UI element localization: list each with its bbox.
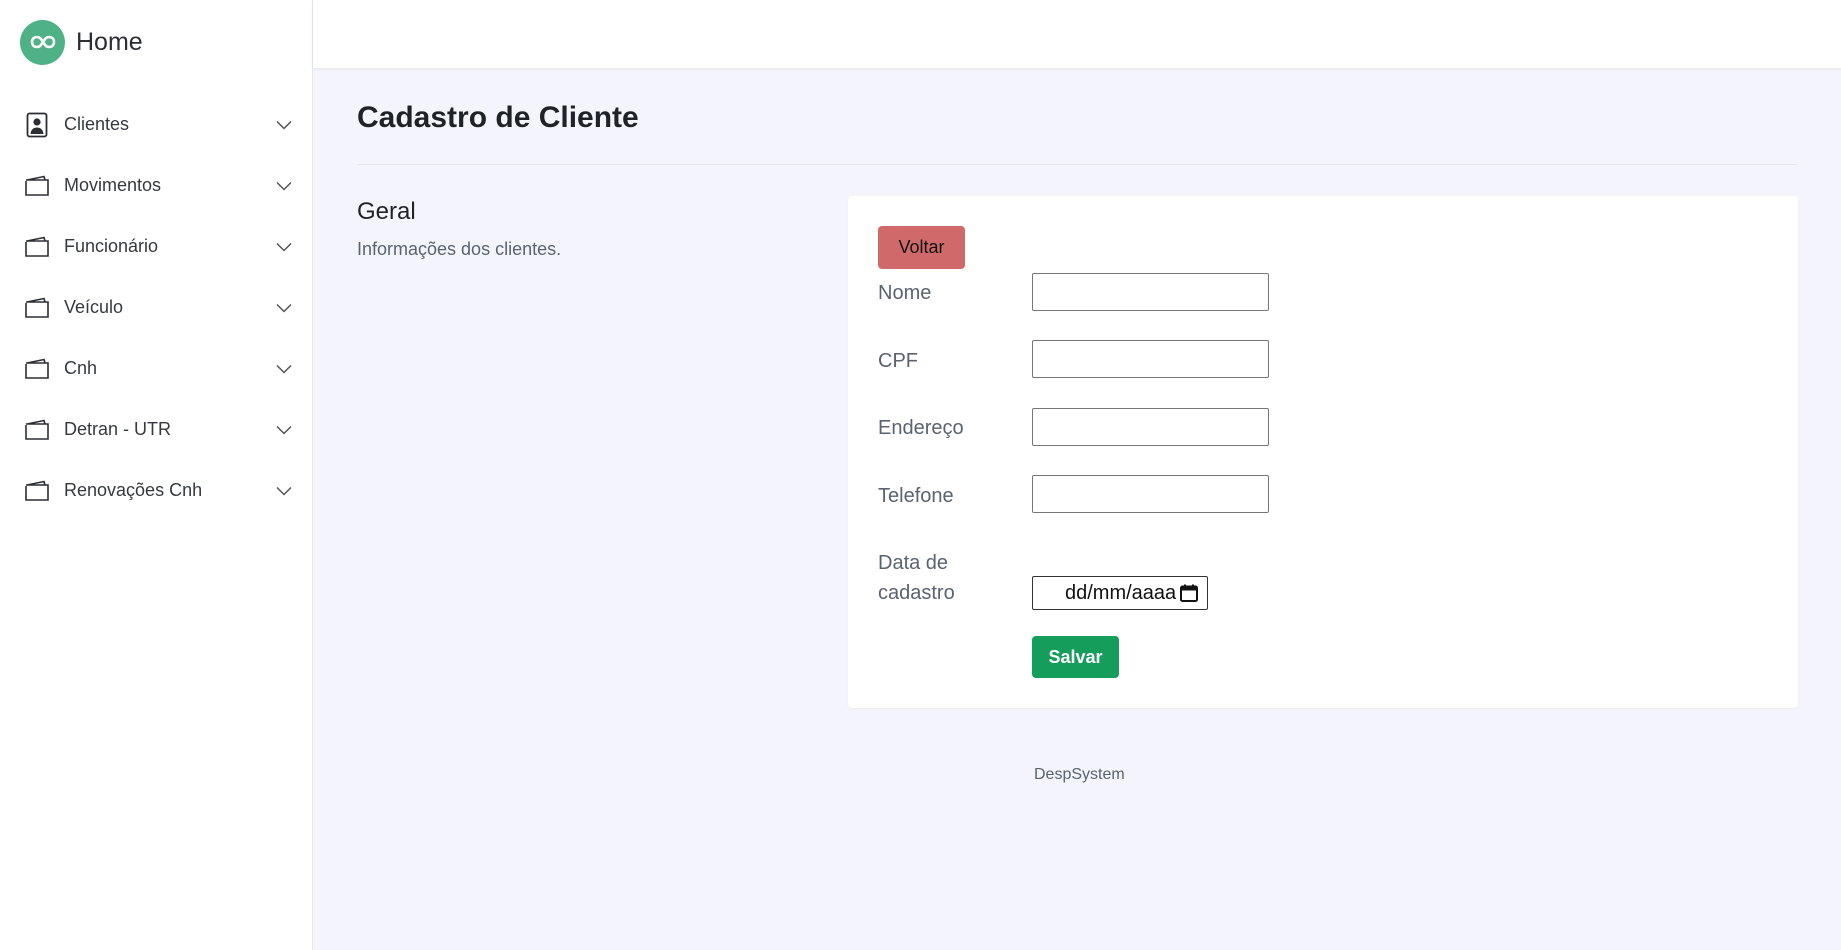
cpf-label: CPF (878, 350, 918, 372)
sidebar-item-clientes[interactable]: Clientes (0, 94, 313, 155)
telefone-label: Telefone (878, 485, 954, 507)
wallet-icon (24, 234, 50, 260)
sidebar: Home Clientes Movimentos Funcionário Veí… (0, 0, 313, 950)
chevron-down-icon (275, 482, 293, 500)
section-description: Informações dos clientes. (357, 239, 562, 259)
wallet-icon (24, 417, 50, 443)
wallet-icon (24, 295, 50, 321)
infinity-icon (20, 19, 65, 65)
sidebar-item-detran-utr[interactable]: Detran - UTR (0, 399, 313, 460)
brand-title: Home (76, 27, 143, 56)
sidebar-item-funcionario[interactable]: Funcionário (0, 216, 313, 277)
chevron-down-icon (275, 116, 293, 134)
page-title: Cadastro de Cliente (357, 101, 639, 134)
chevron-down-icon (275, 177, 293, 195)
divider (357, 164, 1798, 165)
nome-input[interactable] (1032, 273, 1269, 311)
sidebar-item-label: Cnh (64, 358, 98, 378)
calendar-icon[interactable] (1180, 584, 1199, 602)
footer-text: DespSystem (1034, 766, 1125, 783)
chevron-down-icon (275, 238, 293, 256)
back-button[interactable]: Voltar (878, 226, 965, 269)
telefone-input[interactable] (1032, 475, 1269, 513)
sidebar-nav: Clientes Movimentos Funcionário Veículo … (0, 94, 313, 521)
sidebar-item-cnh[interactable]: Cnh (0, 338, 313, 399)
contact-card-icon (24, 112, 50, 138)
top-bar (313, 0, 1841, 68)
form-card: Voltar Nome CPF Endereço Telefone Data d… (848, 196, 1798, 708)
save-button[interactable]: Salvar (1032, 636, 1119, 678)
sidebar-item-label: Funcionário (64, 236, 159, 256)
wallet-icon (24, 478, 50, 504)
wallet-icon (24, 173, 50, 199)
sidebar-item-label: Clientes (64, 114, 130, 134)
endereco-input[interactable] (1032, 408, 1269, 446)
sidebar-item-label: Renovações Cnh (64, 480, 203, 500)
brand[interactable]: Home (20, 19, 143, 65)
chevron-down-icon (275, 360, 293, 378)
date-placeholder: dd/mm/aaaa (1065, 581, 1177, 604)
sidebar-item-label: Movimentos (64, 175, 162, 195)
chevron-down-icon (275, 299, 293, 317)
sidebar-item-label: Detran - UTR (64, 419, 172, 439)
wallet-icon (24, 356, 50, 382)
data-cadastro-label-line1: Data de (878, 552, 949, 574)
sidebar-item-renovacoes-cnh[interactable]: Renovações Cnh (0, 460, 313, 521)
sidebar-item-movimentos[interactable]: Movimentos (0, 155, 313, 216)
nome-label: Nome (878, 282, 932, 304)
data-cadastro-label-line2: cadastro (878, 582, 955, 604)
sidebar-item-veiculo[interactable]: Veículo (0, 277, 313, 338)
chevron-down-icon (275, 421, 293, 439)
section-title: Geral (357, 198, 416, 225)
endereco-label: Endereço (878, 417, 964, 439)
data-cadastro-input[interactable]: dd/mm/aaaa (1032, 576, 1208, 610)
sidebar-item-label: Veículo (64, 297, 124, 317)
cpf-input[interactable] (1032, 340, 1269, 378)
